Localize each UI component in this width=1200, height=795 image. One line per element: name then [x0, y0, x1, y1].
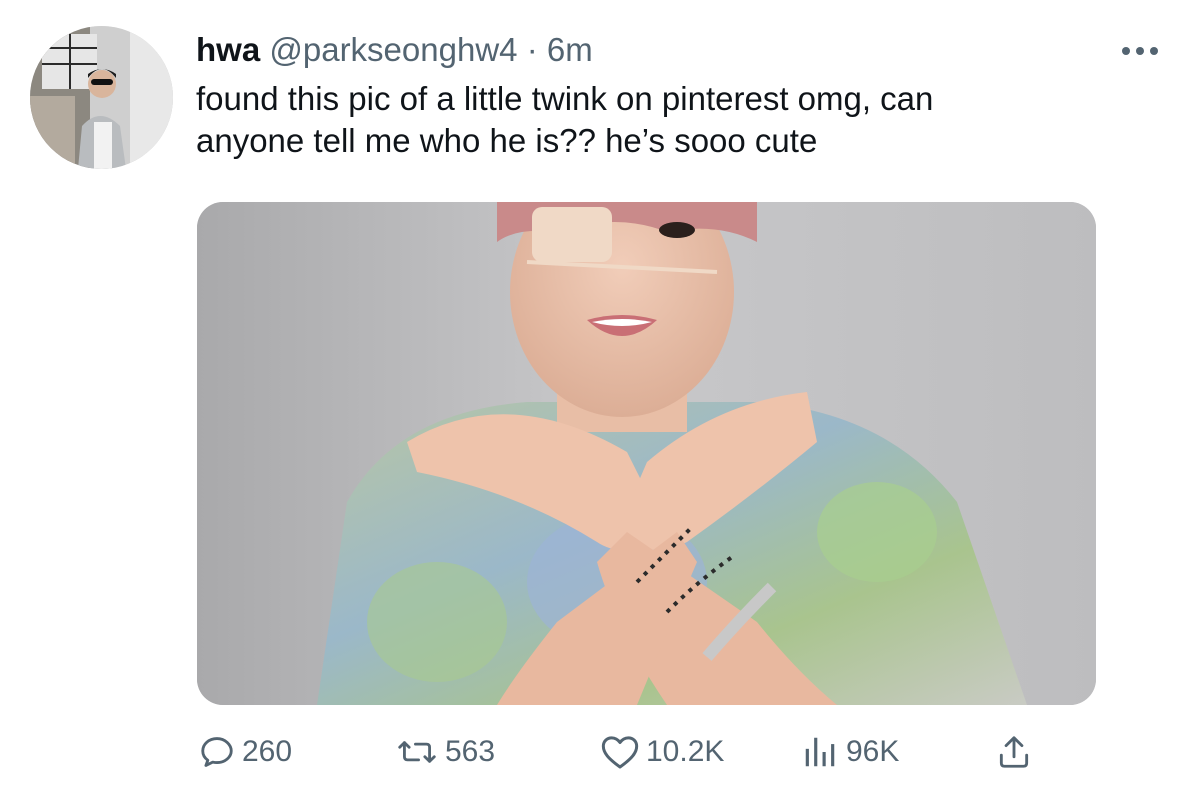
share-icon: [995, 733, 1033, 771]
photo: [197, 202, 1096, 705]
reply-button[interactable]: 260: [198, 730, 292, 774]
tweet-text: found this pic of a little twink on pint…: [196, 78, 1176, 162]
retweet-icon: [395, 733, 439, 771]
share-button[interactable]: [995, 730, 1033, 774]
reply-count: 260: [242, 735, 293, 768]
user-handle[interactable]: @parkseonghw4: [269, 31, 517, 68]
tweet-text-line-2: anyone tell me who he is?? he’s sooo cut…: [196, 122, 818, 159]
views-icon: [800, 733, 840, 771]
display-name[interactable]: hwa: [196, 31, 260, 68]
tweet-header: hwa @parkseonghw4 · 6m: [196, 30, 593, 70]
tweet-text-line-1: found this pic of a little twink on pint…: [196, 80, 934, 117]
retweet-button[interactable]: 563: [395, 730, 495, 774]
tweet-media-photo[interactable]: [197, 202, 1096, 705]
like-count: 10.2K: [646, 735, 725, 768]
avatar-image: [30, 26, 173, 169]
more-options-button[interactable]: [1116, 36, 1164, 66]
views-count: 96K: [846, 735, 900, 768]
avatar[interactable]: [30, 26, 173, 169]
views-button[interactable]: 96K: [800, 730, 899, 774]
like-button[interactable]: 10.2K: [600, 730, 724, 774]
timestamp[interactable]: 6m: [547, 31, 593, 68]
retweet-count: 563: [445, 735, 496, 768]
reply-icon: [198, 733, 236, 771]
separator-dot: ·: [526, 31, 538, 68]
heart-icon: [600, 733, 640, 771]
more-horizontal-icon: [1122, 47, 1158, 55]
